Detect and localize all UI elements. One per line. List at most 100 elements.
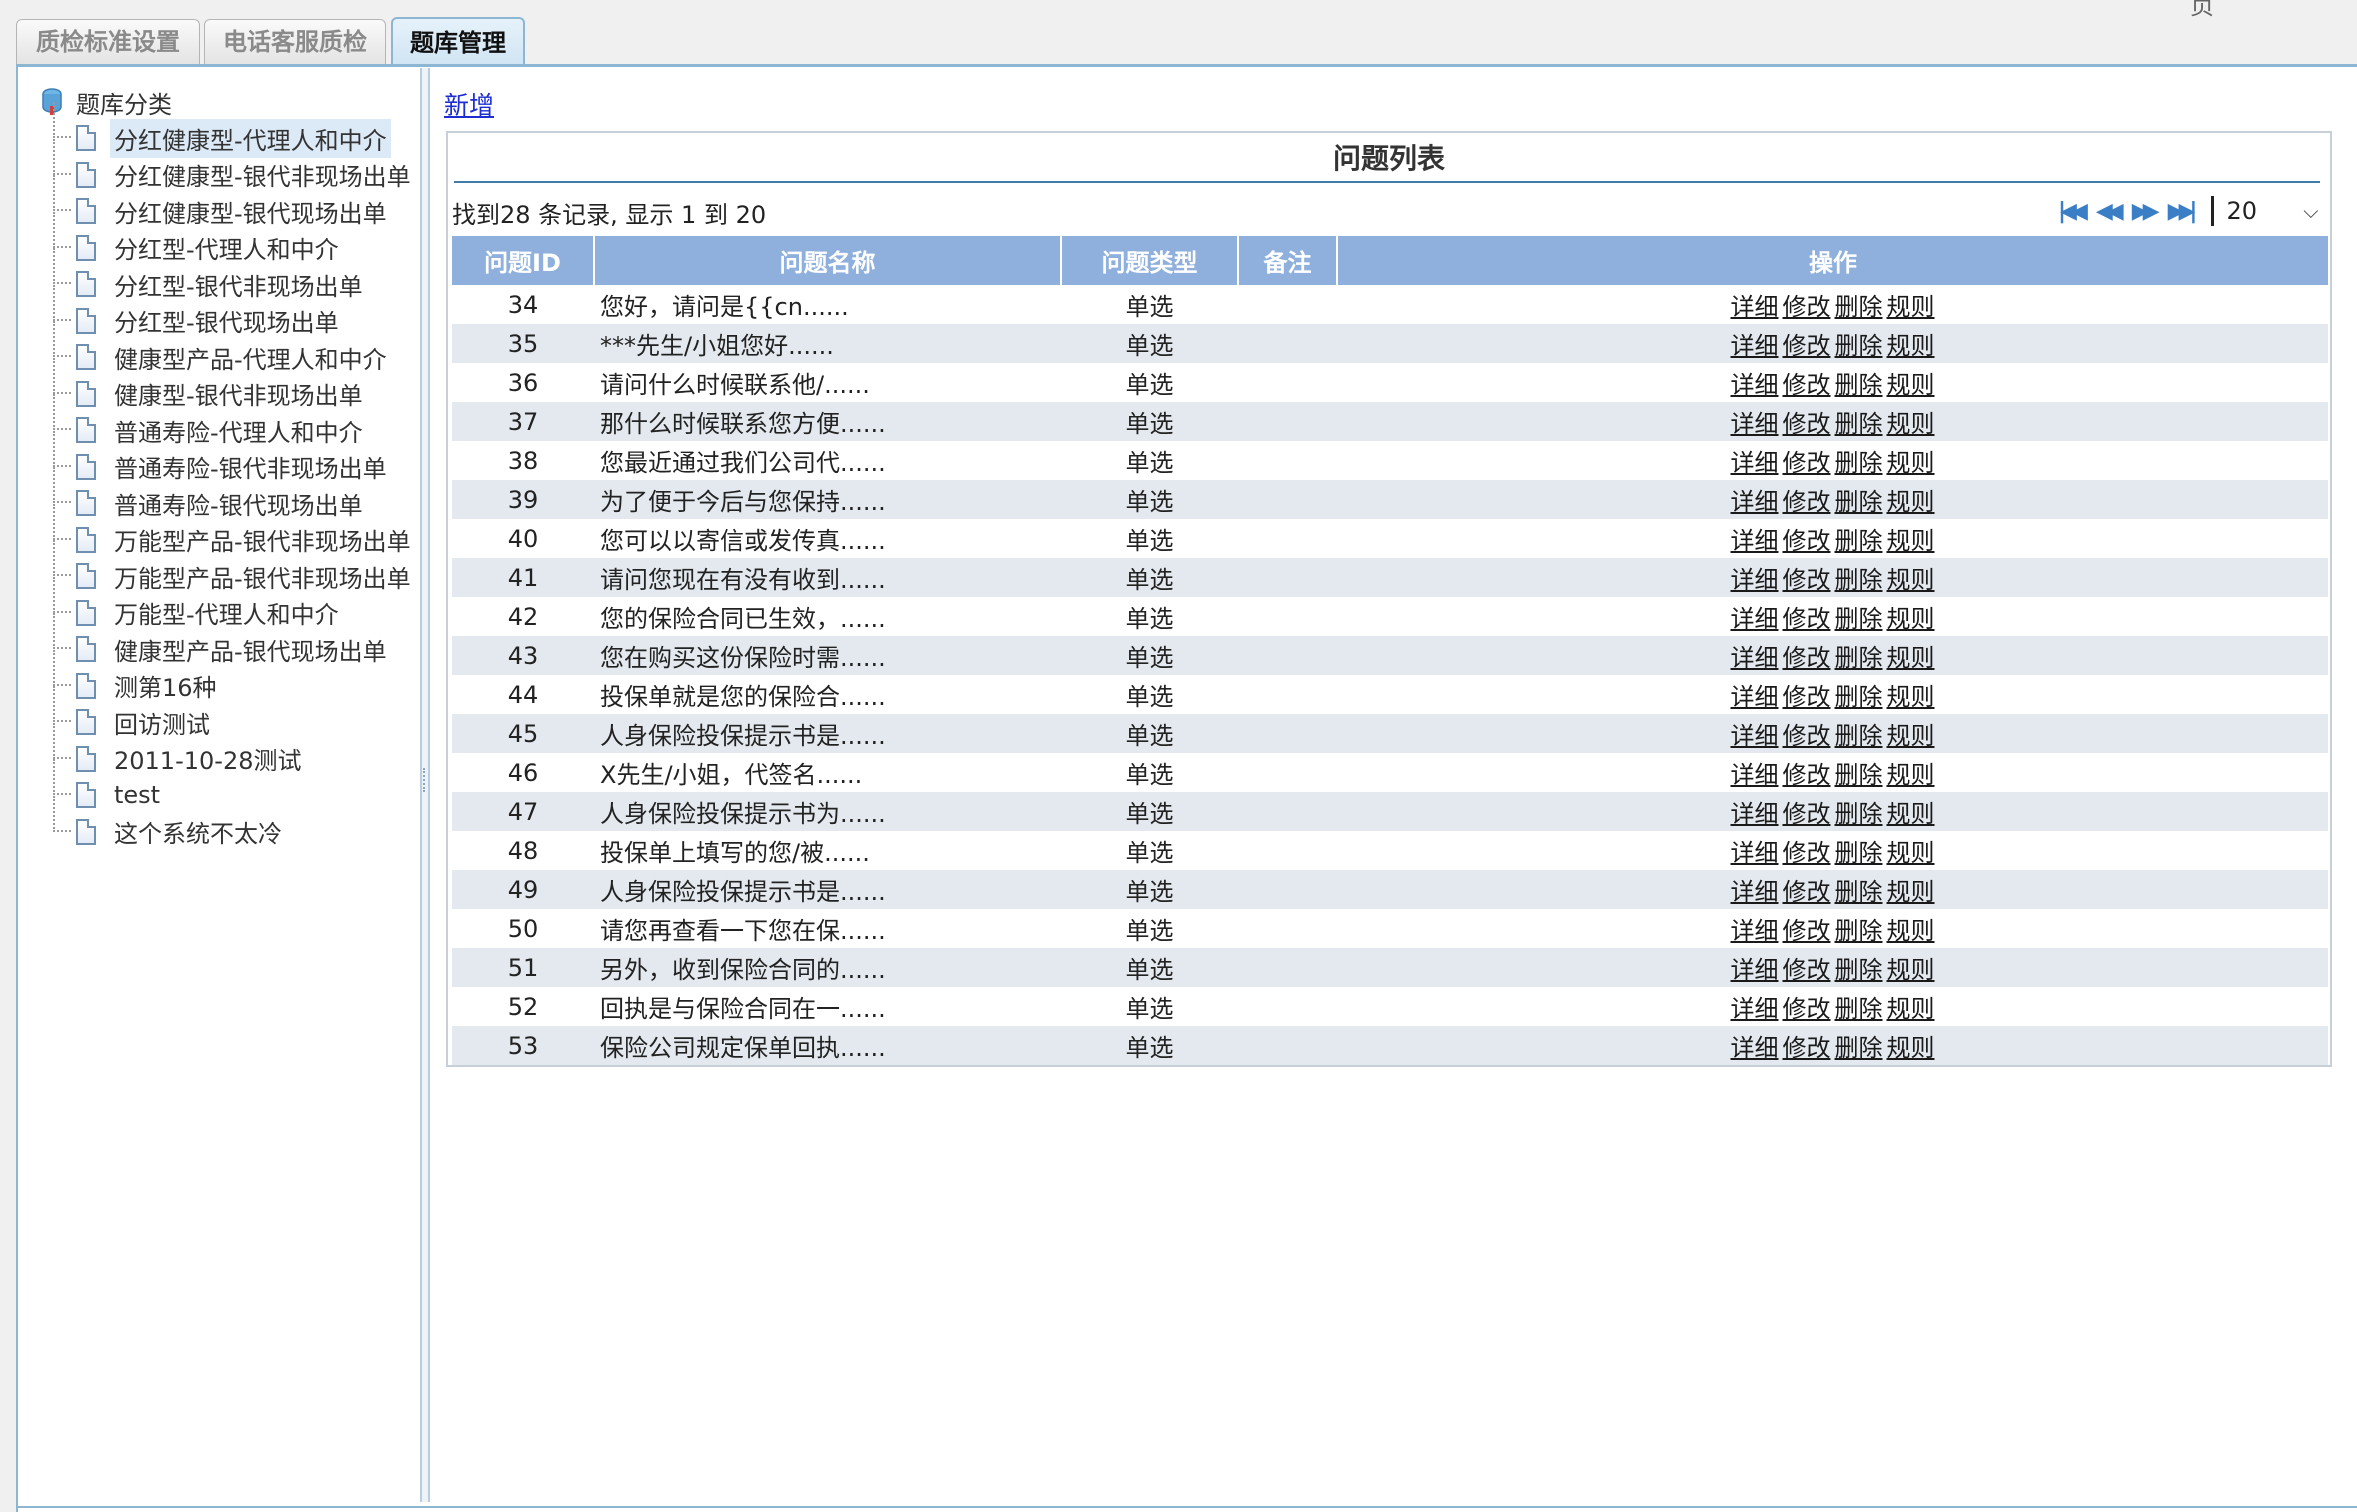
col-header-name[interactable]: 问题名称 [594,236,1062,285]
first-page-icon[interactable]: |◀◀ [2058,199,2088,224]
delete-link[interactable]: 删除 [1835,449,1883,477]
tree-item[interactable]: 普通寿险-代理人和中介 [53,394,367,448]
table-row[interactable]: 46 X先生/小姐，代签名...... 单选 详细 修改 删除 规则 [452,753,2328,792]
tab-quality-standard[interactable]: 质检标准设置 [16,19,200,65]
edit-link[interactable]: 修改 [1783,683,1831,711]
tree-item[interactable]: 分红健康型-银代非现场出单 [53,138,415,193]
rule-link[interactable]: 规则 [1887,293,1935,321]
page-size-select[interactable]: 20 ⌵ [2226,197,2318,225]
edit-link[interactable]: 修改 [1783,917,1831,945]
tab-question-bank[interactable]: 题库管理 [391,17,525,67]
delete-link[interactable]: 删除 [1835,722,1883,750]
rule-link[interactable]: 规则 [1887,332,1935,360]
detail-link[interactable]: 详细 [1731,995,1779,1023]
delete-link[interactable]: 删除 [1835,956,1883,984]
rule-link[interactable]: 规则 [1887,644,1935,672]
tree-item[interactable]: 分红健康型-代理人和中介 [53,102,391,158]
detail-link[interactable]: 详细 [1731,839,1779,867]
tree-item[interactable]: 普通寿险-银代非现场出单 [53,430,391,485]
tree-item[interactable]: 分红健康型-银代现场出单 [53,175,391,229]
edit-link[interactable]: 修改 [1783,644,1831,672]
table-row[interactable]: 45 人身保险投保提示书是...... 单选 详细 修改 删除 规则 [452,714,2328,753]
detail-link[interactable]: 详细 [1731,566,1779,594]
edit-link[interactable]: 修改 [1783,605,1831,633]
table-row[interactable]: 51 另外，收到保险合同的...... 单选 详细 修改 删除 规则 [452,948,2328,987]
table-row[interactable]: 41 请问您现在有没有收到...... 单选 详细 修改 删除 规则 [452,558,2328,597]
table-row[interactable]: 40 您可以以寄信或发传真...... 单选 详细 修改 删除 规则 [452,519,2328,558]
detail-link[interactable]: 详细 [1731,488,1779,516]
col-header-type[interactable]: 问题类型 [1061,236,1239,285]
delete-link[interactable]: 删除 [1835,761,1883,789]
rule-link[interactable]: 规则 [1887,722,1935,750]
edit-link[interactable]: 修改 [1783,956,1831,984]
rule-link[interactable]: 规则 [1887,878,1935,906]
chevron-down-icon[interactable]: ⌵ [2303,199,2318,223]
table-row[interactable]: 42 您的保险合同已生效，...... 单选 详细 修改 删除 规则 [452,597,2328,636]
detail-link[interactable]: 详细 [1731,371,1779,399]
table-row[interactable]: 34 您好，请问是{{cn...... 单选 详细 修改 删除 规则 [452,285,2328,324]
rule-link[interactable]: 规则 [1887,410,1935,438]
delete-link[interactable]: 删除 [1835,410,1883,438]
detail-link[interactable]: 详细 [1731,761,1779,789]
rule-link[interactable]: 规则 [1887,917,1935,945]
rule-link[interactable]: 规则 [1887,605,1935,633]
edit-link[interactable]: 修改 [1783,995,1831,1023]
tree-item[interactable]: 万能型-代理人和中介 [53,576,343,631]
delete-link[interactable]: 删除 [1835,605,1883,633]
edit-link[interactable]: 修改 [1783,878,1831,906]
delete-link[interactable]: 删除 [1835,995,1883,1023]
table-row[interactable]: 44 投保单就是您的保险合...... 单选 详细 修改 删除 规则 [452,675,2328,714]
prev-page-icon[interactable]: ◀◀ [2096,199,2124,224]
delete-link[interactable]: 删除 [1835,839,1883,867]
detail-link[interactable]: 详细 [1731,605,1779,633]
detail-link[interactable]: 详细 [1731,800,1779,828]
edit-link[interactable]: 修改 [1783,566,1831,594]
rule-link[interactable]: 规则 [1887,488,1935,516]
table-row[interactable]: 49 人身保险投保提示书是...... 单选 详细 修改 删除 规则 [452,870,2328,909]
edit-link[interactable]: 修改 [1783,371,1831,399]
rule-link[interactable]: 规则 [1887,995,1935,1023]
table-row[interactable]: 53 保险公司规定保单回执...... 单选 详细 修改 删除 规则 [452,1026,2328,1065]
delete-link[interactable]: 删除 [1835,488,1883,516]
edit-link[interactable]: 修改 [1783,449,1831,477]
delete-link[interactable]: 删除 [1835,800,1883,828]
delete-link[interactable]: 删除 [1835,527,1883,555]
edit-link[interactable]: 修改 [1783,722,1831,750]
next-page-icon[interactable]: ▶▶ [2132,199,2160,224]
rule-link[interactable]: 规则 [1887,371,1935,399]
rule-link[interactable]: 规则 [1887,839,1935,867]
rule-link[interactable]: 规则 [1887,956,1935,984]
detail-link[interactable]: 详细 [1731,644,1779,672]
detail-link[interactable]: 详细 [1731,917,1779,945]
tree-item[interactable]: 万能型产品-银代非现场出单 [53,503,415,558]
delete-link[interactable]: 删除 [1835,293,1883,321]
table-row[interactable]: 39 为了便于今后与您保持...... 单选 详细 修改 删除 规则 [452,480,2328,519]
rule-link[interactable]: 规则 [1887,449,1935,477]
col-header-id[interactable]: 问题ID [452,236,595,285]
edit-link[interactable]: 修改 [1783,761,1831,789]
table-row[interactable]: 43 您在购买这份保险时需...... 单选 详细 修改 删除 规则 [452,636,2328,675]
tree-item[interactable]: 这个系统不太冷 [53,795,286,850]
tree-item[interactable]: 健康型-银代非现场出单 [53,357,367,412]
tree-item[interactable]: 2011-10-28测试 [53,722,305,777]
table-row[interactable]: 47 人身保险投保提示书为...... 单选 详细 修改 删除 规则 [452,792,2328,831]
table-row[interactable]: 38 您最近通过我们公司代...... 单选 详细 修改 删除 规则 [452,441,2328,480]
rule-link[interactable]: 规则 [1887,800,1935,828]
add-link[interactable]: 新增 [444,86,494,122]
col-header-note[interactable]: 备注 [1238,236,1338,285]
edit-link[interactable]: 修改 [1783,410,1831,438]
delete-link[interactable]: 删除 [1835,917,1883,945]
tree-item[interactable]: 普通寿险-银代现场出单 [53,467,367,521]
tree-item[interactable]: 万能型产品-银代非现场出单 [53,540,415,594]
tree-item[interactable]: 健康型产品-银代现场出单 [53,613,391,667]
detail-link[interactable]: 详细 [1731,410,1779,438]
edit-link[interactable]: 修改 [1783,527,1831,555]
table-row[interactable]: 50 请您再查看一下您在保...... 单选 详细 修改 删除 规则 [452,909,2328,948]
rule-link[interactable]: 规则 [1887,683,1935,711]
detail-link[interactable]: 详细 [1731,293,1779,321]
table-row[interactable]: 36 请问什么时候联系他/...... 单选 详细 修改 删除 规则 [452,363,2328,402]
edit-link[interactable]: 修改 [1783,488,1831,516]
detail-link[interactable]: 详细 [1731,722,1779,750]
delete-link[interactable]: 删除 [1835,371,1883,399]
tree-item[interactable]: 健康型产品-代理人和中介 [53,321,391,375]
